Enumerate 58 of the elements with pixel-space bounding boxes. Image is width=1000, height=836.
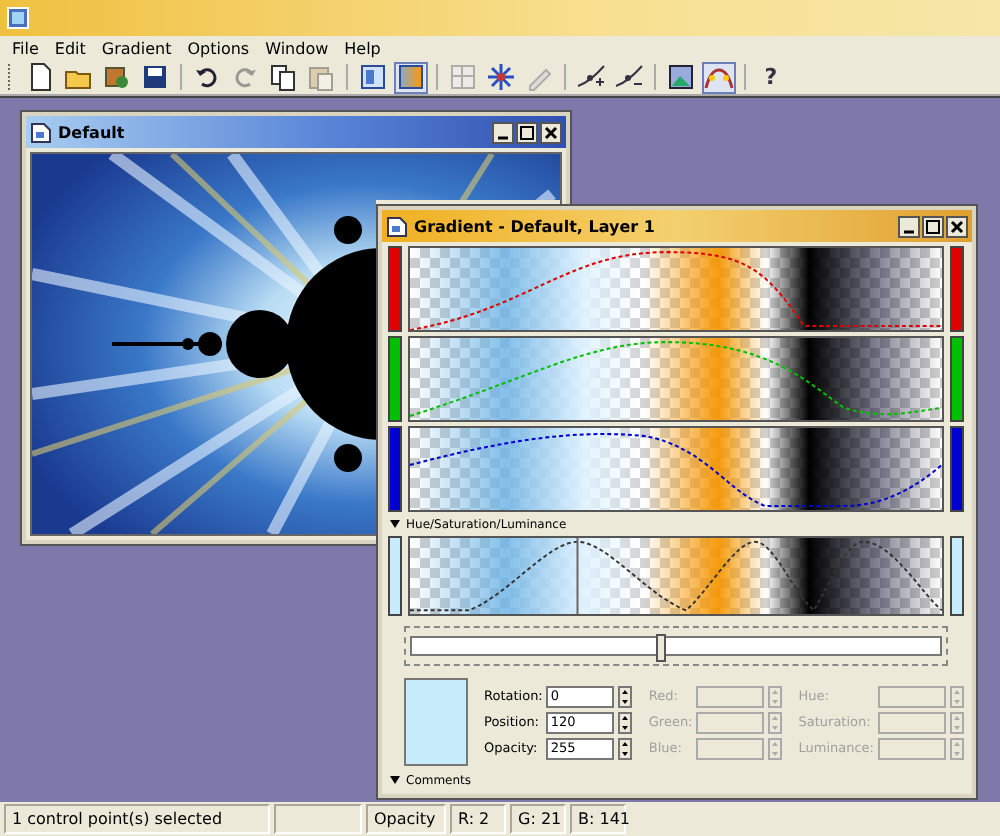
save-button[interactable] [138,61,172,93]
maximize-icon[interactable] [922,215,944,237]
spin-buttons-icon[interactable] [618,685,633,707]
menu-item[interactable]: Gradient [93,39,180,57]
image-icon [666,62,696,92]
spin-buttons-icon[interactable] [618,711,633,733]
document-icon [386,215,408,237]
collapse-arrow-icon[interactable] [390,776,400,784]
remove-point-icon [614,62,644,92]
app-icon [6,6,30,30]
curve-button[interactable] [702,61,736,93]
menu-item[interactable]: Options [179,39,258,57]
undo-icon [192,62,222,92]
spin-buttons-icon[interactable] [618,737,633,759]
new-document-icon [26,62,56,92]
sparkle-icon [486,62,516,92]
gradient-view-icon [396,62,426,92]
window-title: Gradient - Default, Layer 1 [414,217,655,235]
color-readout: G: 21 [510,804,566,834]
redo-icon [230,62,260,92]
window-title: Default [58,123,125,141]
close-icon[interactable] [540,121,562,143]
menu-item[interactable]: Help [336,39,389,57]
grid-icon [448,62,478,92]
collapse-arrow-icon[interactable] [390,520,400,528]
menu-item[interactable]: Edit [46,39,94,57]
status-mode: Opacity [366,804,446,834]
menu-item[interactable]: File [4,39,47,57]
save-as-icon [102,62,132,92]
window-view-icon [358,62,388,92]
minimize-icon[interactable] [898,215,920,237]
status-message: 1 control point(s) selected [4,804,270,834]
gradient-view-button[interactable] [394,61,428,93]
menu-item[interactable]: Window [257,39,337,57]
add-point-button[interactable] [574,61,608,93]
hsl-color-bar [950,536,964,616]
slider-thumb[interactable] [656,634,667,662]
copy-icon [268,62,298,92]
color-readout: R: 2 [450,804,506,834]
slider-track[interactable] [410,636,942,656]
document-icon [30,121,52,143]
window-view-button[interactable] [356,61,390,93]
save-icon [140,62,170,92]
status-pane [274,804,362,834]
sparkle-button[interactable] [484,61,518,93]
color-swatch [404,678,468,766]
image-button[interactable] [664,61,698,93]
color-readout: B: 141 [570,804,626,834]
add-point-icon [576,62,606,92]
help-button[interactable]: ? [754,61,788,93]
copy-button[interactable] [266,61,300,93]
minimize-icon[interactable] [492,121,514,143]
remove-point-button[interactable] [612,61,646,93]
close-icon[interactable] [946,215,968,237]
hsl-color-bar [388,536,402,616]
paste-icon [306,62,336,92]
save-as-button[interactable] [100,61,134,93]
maximize-icon[interactable] [516,121,538,143]
